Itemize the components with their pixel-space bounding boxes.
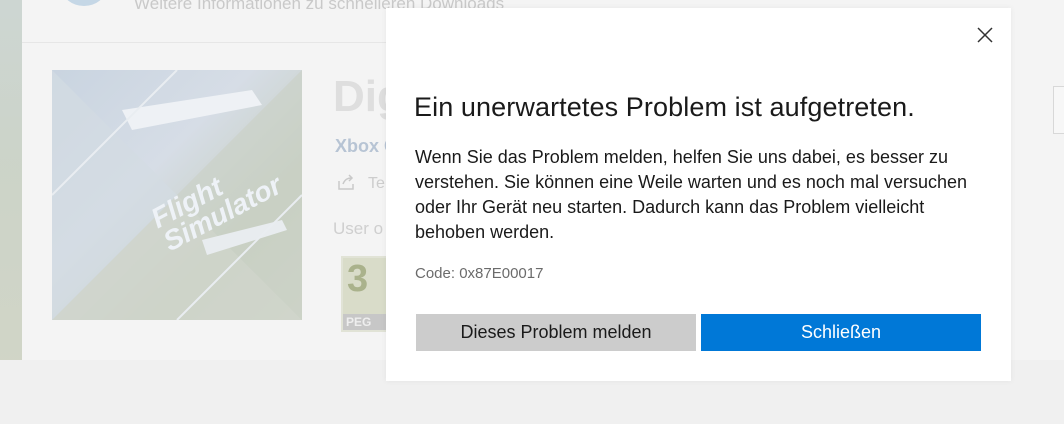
dialog-title: Ein unerwartetes Problem ist aufgetreten…	[414, 92, 915, 122]
close-button[interactable]: Schließen	[701, 314, 981, 351]
game-cover-image: Flight Simulator	[52, 70, 302, 320]
divider	[22, 42, 392, 43]
age-rating-badge: 3 PEG	[341, 256, 392, 332]
background-left-strip	[0, 0, 24, 360]
error-code: Code: 0x87E00017	[415, 265, 544, 282]
dialog-message: Wenn Sie das Problem melden, helfen Sie …	[415, 147, 967, 242]
error-dialog: Ein unerwartetes Problem ist aufgetreten…	[386, 8, 1011, 381]
report-problem-button[interactable]: Dieses Problem melden	[416, 314, 696, 351]
close-icon	[977, 27, 993, 43]
close-dialog-button[interactable]	[970, 20, 1000, 50]
age-rating-label: PEG	[343, 314, 392, 330]
age-rating-number: 3	[347, 258, 369, 300]
user-rating-text: User o	[333, 219, 384, 238]
share-label[interactable]: Te	[368, 175, 385, 193]
share-icon[interactable]	[337, 173, 355, 191]
background-action-button[interactable]	[1053, 86, 1064, 134]
